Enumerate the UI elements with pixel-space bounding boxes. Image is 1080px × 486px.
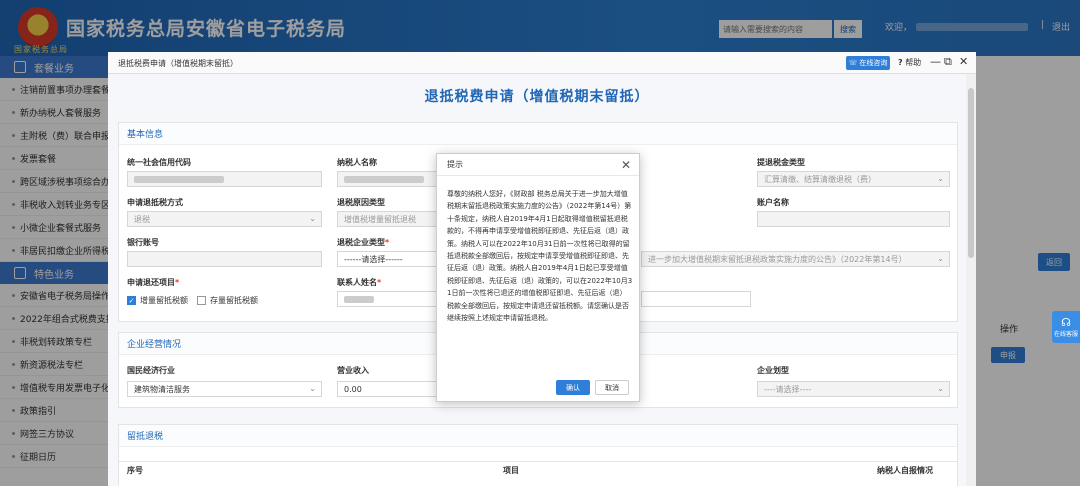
policy-basis-select[interactable]: 进一步加大增值税期末留抵退税政策实施力度的公告》（2022年第14号） ⌄ <box>641 251 950 267</box>
required-asterisk: * <box>377 278 382 287</box>
confirm-button[interactable]: 确认 <box>556 380 590 395</box>
refund-reason-select[interactable]: 增值税增量留抵退税 <box>337 211 437 227</box>
notice-dialog: 提示 ✕ 尊敬的纳税人您好，《财政部 税务总局关于进一步加大增值税期末留抵退税政… <box>436 153 640 402</box>
stock-credit-label: 存量留抵税额 <box>210 296 258 305</box>
refund-method-select[interactable]: 退税 ⌄ <box>127 211 322 227</box>
credit-refund-section: 留抵退税 序号 项目 纳税人自报情况 <box>118 424 958 486</box>
refund-method-label: 申请退抵税方式 <box>127 198 183 207</box>
cancel-button[interactable]: 取消 <box>595 380 629 395</box>
close-icon[interactable]: ✕ <box>959 56 968 68</box>
checkbox-icon <box>197 296 206 305</box>
minimize-icon[interactable]: — <box>930 56 941 68</box>
chevron-down-icon: ⌄ <box>309 384 316 393</box>
help-button[interactable]: ? 帮助 <box>898 57 921 68</box>
refund-method-value: 退税 <box>134 214 150 224</box>
maximize-icon[interactable]: ⧉ <box>944 56 952 68</box>
chevron-down-icon: ⌄ <box>937 254 944 263</box>
uscc-label: 统一社会信用代码 <box>127 158 191 167</box>
notice-dialog-title: 提示 <box>447 160 463 169</box>
refund-reason-label: 退税原因类型 <box>337 198 385 207</box>
revenue-label: 营业收入 <box>337 366 369 375</box>
notice-dialog-header: 提示 ✕ <box>437 154 639 176</box>
enterprise-scale-select[interactable]: ----请选择---- ⌄ <box>757 381 950 397</box>
close-icon[interactable]: ✕ <box>621 158 631 172</box>
column-self-report: 纳税人自报情况 <box>877 466 933 475</box>
column-no: 序号 <box>127 466 143 475</box>
chevron-down-icon: ⌄ <box>937 174 944 183</box>
modal-scrollbar[interactable] <box>966 74 976 486</box>
contact-phone-field[interactable] <box>641 291 751 307</box>
refund-company-type-select[interactable]: ------请选择------ <box>337 251 437 267</box>
contact-name-label: 联系人姓名* <box>337 277 381 288</box>
policy-basis-value: 进一步加大增值税期末留抵退税政策实施力度的公告》（2022年第14号） <box>648 254 907 264</box>
redacted-value <box>344 175 424 183</box>
revenue-field[interactable]: 0.00 <box>337 381 437 397</box>
column-item: 项目 <box>503 466 519 475</box>
notice-message: 尊敬的纳税人您好，《财政部 税务总局关于进一步加大增值税期末留抵退税政策实施力度… <box>447 190 633 323</box>
enterprise-scale-label: 企业划型 <box>757 366 789 375</box>
section-header: 留抵退税 <box>119 425 957 447</box>
float-service-label: 在线客服 <box>1053 330 1078 338</box>
account-name-label: 账户名称 <box>757 198 789 207</box>
help-label: 帮助 <box>905 58 922 67</box>
redacted-value <box>344 295 374 303</box>
table-divider <box>119 461 957 462</box>
taxpayer-name-label: 纳税人名称 <box>337 158 377 167</box>
refund-type-select[interactable]: 汇算清缴、结算清缴退税（费） ⌄ <box>757 171 950 187</box>
refund-type-value: 汇算清缴、结算清缴退税（费） <box>764 174 876 184</box>
incremental-credit-checkbox[interactable]: ✓ 增量留抵税额 <box>127 295 188 306</box>
industry-value: 建筑物清洁服务 <box>134 384 190 394</box>
refund-company-type-label: 退税企业类型* <box>337 237 389 248</box>
scrollbar-thumb[interactable] <box>968 88 974 258</box>
contact-name-label-text: 联系人姓名 <box>337 278 377 287</box>
online-consult-button[interactable]: ☏ 在线咨询 <box>846 56 890 70</box>
chevron-down-icon: ⌄ <box>309 214 316 223</box>
checkmark-icon: ✓ <box>127 296 136 305</box>
chat-icon: ☏ <box>848 59 858 67</box>
account-name-field <box>757 211 950 227</box>
redacted-value <box>134 175 224 183</box>
incremental-credit-label: 增量留抵税额 <box>140 296 188 305</box>
refund-items-label-text: 申请退还项目 <box>127 278 175 287</box>
industry-label: 国民经济行业 <box>127 366 175 375</box>
page-title: 退抵税费申请（增值税期末留抵） <box>424 89 650 105</box>
bank-account-field <box>127 251 322 267</box>
online-service-float-button[interactable]: ☊ 在线客服 <box>1052 311 1080 343</box>
required-asterisk: * <box>175 278 180 287</box>
bank-account-label: 银行账号 <box>127 238 159 247</box>
refund-type-label: 提退税金类型 <box>757 158 805 167</box>
enterprise-scale-value: ----请选择---- <box>764 384 812 394</box>
chevron-down-icon: ⌄ <box>937 384 944 393</box>
stock-credit-checkbox[interactable]: 存量留抵税额 <box>197 295 258 306</box>
question-icon: ? <box>898 58 903 67</box>
modal-title: 退抵税费申请（增值税期末留抵） <box>118 59 238 68</box>
revenue-value: 0.00 <box>344 384 362 394</box>
headset-icon: ☊ <box>1061 315 1071 329</box>
taxpayer-name-field <box>337 171 437 187</box>
section-header: 基本信息 <box>119 123 957 145</box>
refund-items-label: 申请退还项目* <box>127 277 179 288</box>
required-asterisk: * <box>385 238 390 247</box>
uscc-field <box>127 171 322 187</box>
modal-header: 退抵税费申请（增值税期末留抵） ☏ 在线咨询 ? 帮助 — ⧉ ✕ <box>108 52 976 74</box>
refund-company-type-label-text: 退税企业类型 <box>337 238 385 247</box>
refund-reason-value: 增值税增量留抵退税 <box>344 214 416 224</box>
refund-company-type-value: ------请选择------ <box>344 254 403 264</box>
industry-select[interactable]: 建筑物清洁服务 ⌄ <box>127 381 322 397</box>
contact-name-field[interactable] <box>337 291 437 307</box>
online-consult-label: 在线咨询 <box>859 59 888 67</box>
